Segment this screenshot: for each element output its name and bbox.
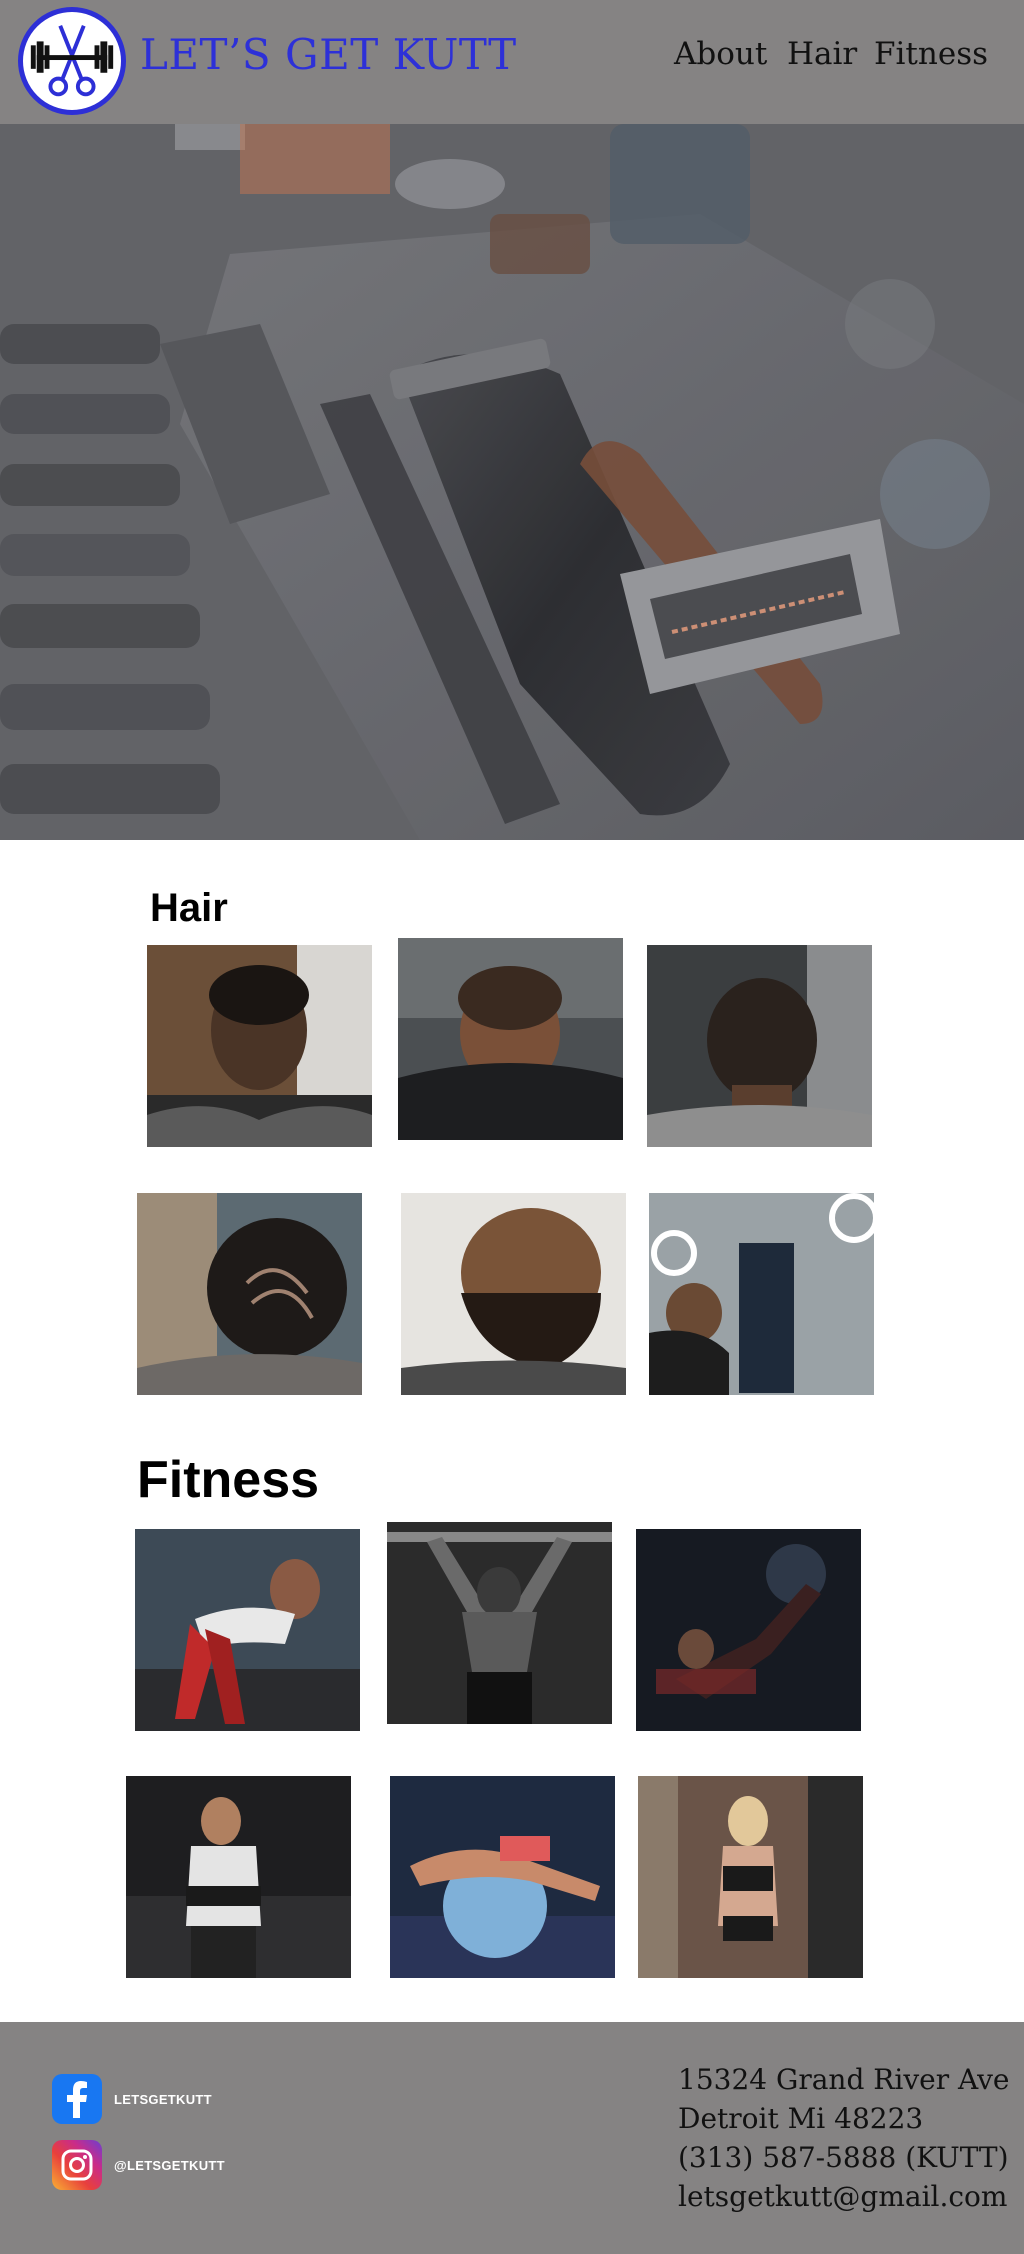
instagram-link[interactable]: @LETSGETKUTT: [52, 2140, 225, 2190]
instagram-handle: @LETSGETKUTT: [114, 2157, 225, 2173]
hair-photo-6[interactable]: [649, 1193, 874, 1395]
facebook-icon: [52, 2074, 102, 2124]
hero-image: [0, 124, 1024, 840]
fitness-photo-3[interactable]: [636, 1529, 861, 1731]
hair-photo-1[interactable]: [147, 945, 372, 1147]
fitness-section-title: Fitness: [137, 1451, 320, 1509]
hair-section-title: Hair: [150, 886, 228, 930]
site-header: LET’S GET KUTT About Hair Fitness: [0, 0, 1024, 124]
phone-number[interactable]: (313) 587-5888 (KUTT): [678, 2138, 1009, 2177]
facebook-handle: LETSGETKUTT: [114, 2091, 212, 2107]
instagram-icon: [52, 2140, 102, 2190]
fitness-photo-4[interactable]: [126, 1776, 351, 1978]
email-link[interactable]: letsgetkutt@gmail.com: [678, 2177, 1009, 2216]
address-line-2: Detroit Mi 48223: [678, 2102, 924, 2135]
contact-info: 15324 Grand River Ave Detroit Mi 48223 (…: [678, 2060, 1009, 2216]
hair-photo-2[interactable]: [398, 938, 623, 1140]
fitness-photo-5[interactable]: [390, 1776, 615, 1978]
barbell-scissors-logo-icon[interactable]: [18, 7, 126, 115]
nav-fitness[interactable]: Fitness: [874, 36, 988, 72]
fitness-photo-6[interactable]: [638, 1776, 863, 1978]
nav-hair[interactable]: Hair: [787, 36, 857, 72]
fitness-photo-2[interactable]: [387, 1522, 612, 1724]
nav-about[interactable]: About: [674, 36, 767, 72]
site-title[interactable]: LET’S GET KUTT: [140, 30, 517, 79]
hair-photo-3[interactable]: [647, 945, 872, 1147]
address-line-1: 15324 Grand River Ave: [678, 2063, 1010, 2096]
hair-photo-4[interactable]: [137, 1193, 362, 1395]
fitness-photo-1[interactable]: [135, 1529, 360, 1731]
site-footer: LETSGETKUTT @LETSGETKUTT 15324 Grand Riv…: [0, 2022, 1024, 2254]
hair-photo-5[interactable]: [401, 1193, 626, 1395]
facebook-link[interactable]: LETSGETKUTT: [52, 2074, 212, 2124]
